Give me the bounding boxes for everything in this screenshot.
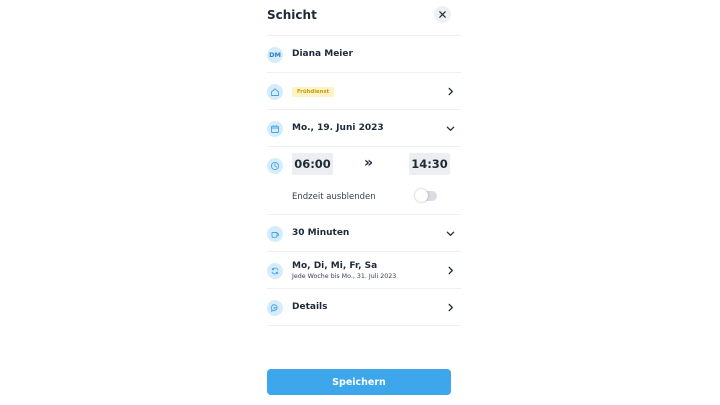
chevron-right-icon[interactable] [446,266,455,275]
recurrence-days: Mo, Di, Mi, Fr, Sa [292,261,378,271]
break-row[interactable]: 30 Minuten [267,214,461,252]
coffee-cup-icon [267,226,283,242]
shift-type-row[interactable]: Frühdienst [267,72,461,110]
date-row[interactable]: Mo., 19. Juni 2023 [267,109,461,147]
time-range-arrow: » [364,155,374,171]
hide-end-time-label: Endzeit ausblenden [292,192,376,202]
recurrence-detail: Jede Woche bis Mo., 31. Juli 2023 [292,273,397,280]
details-label: Details [292,302,328,312]
shift-type-badge: Frühdienst [292,87,335,97]
end-time-input[interactable]: 14:30 [409,153,450,175]
time-row: 06:00 » 14:30 Endzeit ausblenden [267,146,461,215]
chat-bubble-icon [267,300,283,316]
dialog-title: Schicht [267,8,317,22]
break-duration: 30 Minuten [292,228,350,238]
close-icon [439,11,446,18]
chevron-right-icon[interactable] [446,87,455,96]
home-icon [267,84,283,100]
employee-name: Diana Meier [292,49,353,59]
clock-icon [267,158,283,174]
details-row[interactable]: Details [267,288,461,326]
shift-dialog: Schicht DM Diana Meier Frühdienst Mo., 1… [267,0,461,405]
repeat-icon [267,263,283,279]
chevron-down-icon[interactable] [446,229,455,238]
recurrence-row[interactable]: Mo, Di, Mi, Fr, Sa Jede Woche bis Mo., 3… [267,251,461,289]
hide-end-time-toggle[interactable] [415,189,437,202]
start-time-input[interactable]: 06:00 [292,153,333,175]
shift-date: Mo., 19. Juni 2023 [292,123,384,133]
toggle-knob [415,189,428,202]
close-button[interactable] [434,6,451,23]
calendar-icon [267,121,283,137]
employee-row[interactable]: DM Diana Meier [267,35,461,73]
save-button[interactable]: Speichern [267,369,451,395]
chevron-down-icon[interactable] [446,124,455,133]
chevron-right-icon[interactable] [446,303,455,312]
dialog-header: Schicht [267,0,461,34]
employee-avatar: DM [267,47,283,63]
